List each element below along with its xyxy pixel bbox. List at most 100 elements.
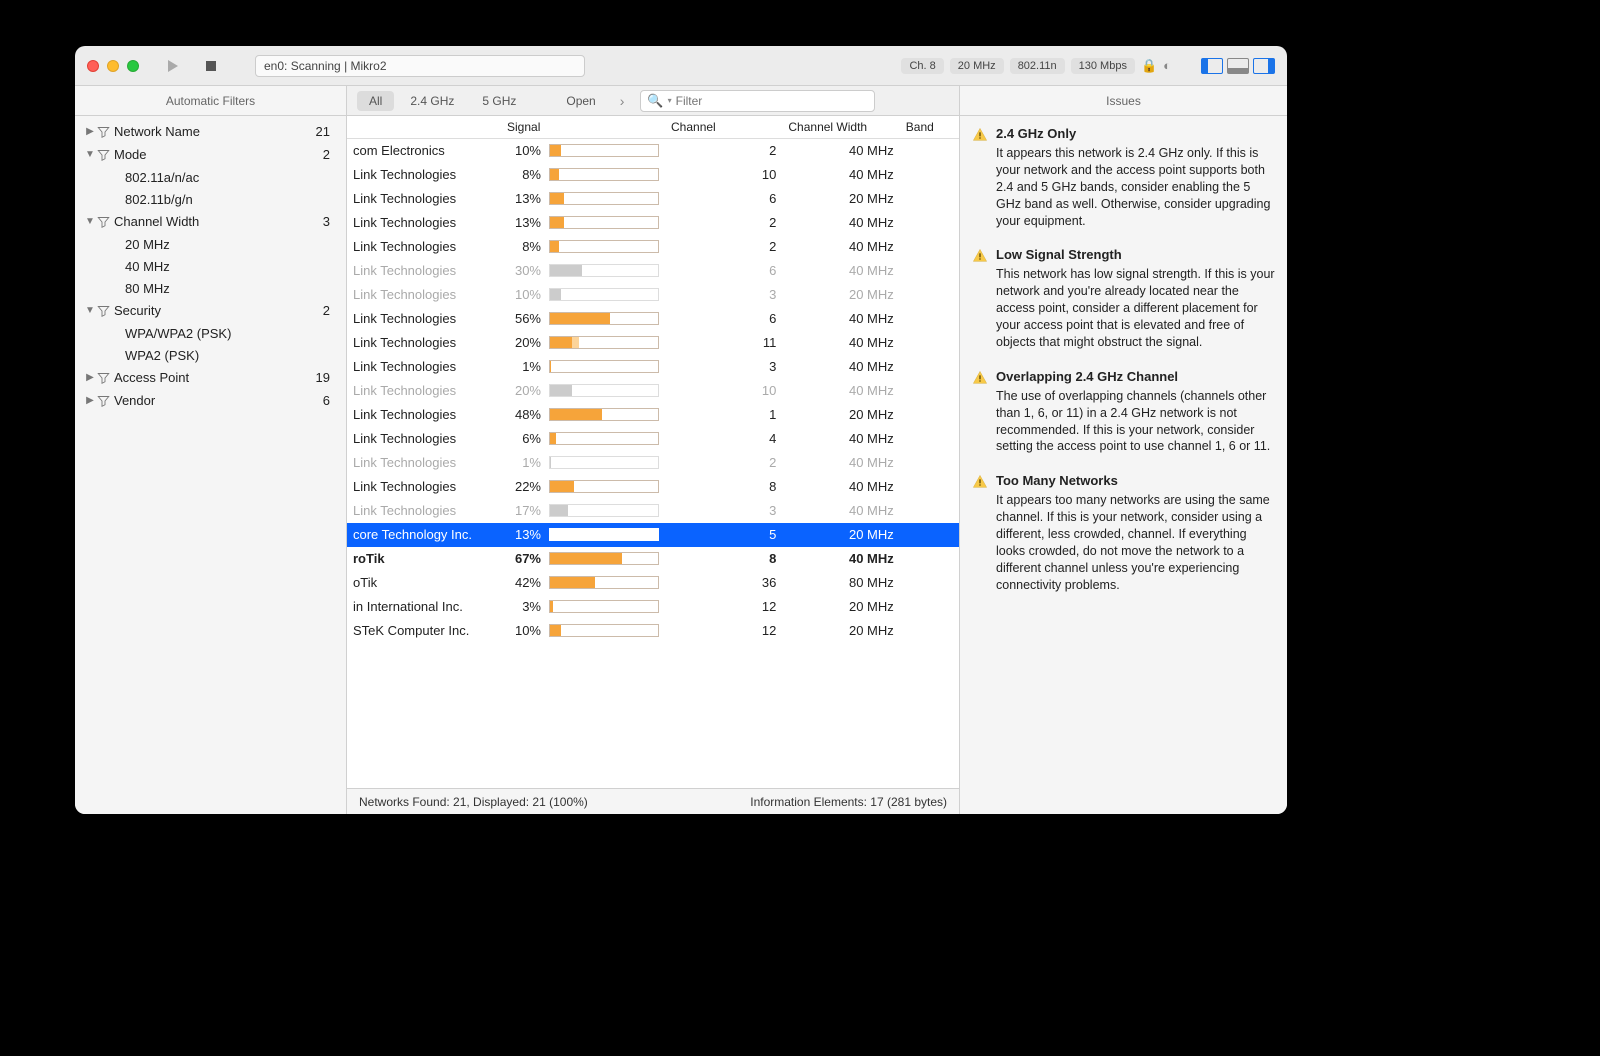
table-row[interactable]: Link Technologies8%1040 MHz	[347, 163, 959, 187]
table-row[interactable]: core Technology Inc.13%520 MHz	[347, 523, 959, 547]
col-band[interactable]: Band	[900, 116, 959, 139]
sidebar-child-item[interactable]: 802.11a/n/ac	[81, 166, 340, 188]
traffic-lights	[87, 60, 139, 72]
cell-band	[900, 211, 959, 235]
issue-item[interactable]: Low Signal StrengthThis network has low …	[972, 247, 1275, 350]
cell-channel: 2	[665, 139, 782, 163]
table-row[interactable]: Link Technologies30%640 MHz	[347, 259, 959, 283]
sidebar-item[interactable]: ▶Access Point19	[81, 366, 340, 389]
issue-item[interactable]: Too Many NetworksIt appears too many net…	[972, 473, 1275, 593]
cell-signal: 13%	[501, 523, 665, 547]
maximize-button[interactable]	[127, 60, 139, 72]
status-right: Information Elements: 17 (281 bytes)	[750, 795, 947, 809]
stop-scan-button[interactable]	[197, 56, 225, 76]
table-row[interactable]: STeK Computer Inc.10%1220 MHz	[347, 619, 959, 643]
sidebar-child-item[interactable]: WPA2 (PSK)	[81, 344, 340, 366]
cell-channel: 12	[665, 619, 782, 643]
search-input[interactable]	[676, 94, 869, 108]
disclosure-icon[interactable]: ▼	[83, 149, 97, 160]
globe-icon: ◐	[1163, 58, 1171, 73]
cell-signal: 1%	[501, 355, 665, 379]
toggle-right-panel[interactable]	[1253, 58, 1275, 74]
table-row[interactable]: Link Technologies22%840 MHz	[347, 475, 959, 499]
col-channel-width[interactable]: Channel Width	[782, 116, 899, 139]
filter-24ghz[interactable]: 2.4 GHz	[398, 91, 466, 111]
table-row[interactable]: Link Technologies13%240 MHz	[347, 211, 959, 235]
filter-open[interactable]: Open	[554, 91, 607, 111]
close-button[interactable]	[87, 60, 99, 72]
cell-channel: 6	[665, 187, 782, 211]
filter-5ghz[interactable]: 5 GHz	[470, 91, 528, 111]
cell-band	[900, 595, 959, 619]
table-row[interactable]: oTik42%3680 MHz	[347, 571, 959, 595]
lock-icon: 🔒	[1141, 58, 1157, 74]
cell-channel-width: 20 MHz	[782, 619, 899, 643]
table-row[interactable]: Link Technologies8%240 MHz	[347, 235, 959, 259]
cell-band	[900, 283, 959, 307]
cell-channel: 5	[665, 523, 782, 547]
col-vendor[interactable]	[347, 116, 501, 139]
sidebar-child-item[interactable]: 40 MHz	[81, 255, 340, 277]
table-row[interactable]: roTik67%840 MHz	[347, 547, 959, 571]
cell-vendor: Link Technologies	[347, 379, 501, 403]
table-row[interactable]: Link Technologies48%120 MHz	[347, 403, 959, 427]
warning-icon	[972, 474, 988, 490]
cell-band	[900, 139, 959, 163]
table-row[interactable]: Link Technologies1%240 MHz	[347, 451, 959, 475]
sidebar-child-item[interactable]: 80 MHz	[81, 277, 340, 299]
toggle-left-panel[interactable]	[1201, 58, 1223, 74]
disclosure-icon[interactable]: ▶	[83, 372, 97, 383]
sidebar-child-item[interactable]: 20 MHz	[81, 233, 340, 255]
cell-band	[900, 523, 959, 547]
chevron-right-icon[interactable]: ›	[614, 93, 631, 109]
cell-channel-width: 40 MHz	[782, 163, 899, 187]
start-scan-button[interactable]	[159, 56, 187, 76]
funnel-icon	[97, 395, 110, 407]
cell-channel: 10	[665, 163, 782, 187]
cell-band	[900, 619, 959, 643]
sidebar-item[interactable]: ▶Vendor6	[81, 389, 340, 412]
table-row[interactable]: Link Technologies13%620 MHz	[347, 187, 959, 211]
table-row[interactable]: Link Technologies10%320 MHz	[347, 283, 959, 307]
table-row[interactable]: Link Technologies20%1040 MHz	[347, 379, 959, 403]
sidebar-item[interactable]: ▶Network Name21	[81, 120, 340, 143]
search-field[interactable]: 🔍 ▾	[640, 90, 875, 112]
col-signal[interactable]: Signal	[501, 116, 665, 139]
table-row[interactable]: Link Technologies6%440 MHz	[347, 427, 959, 451]
toggle-bottom-panel[interactable]	[1227, 58, 1249, 74]
sidebar-item[interactable]: ▼Channel Width3	[81, 210, 340, 233]
table-row[interactable]: Link Technologies1%340 MHz	[347, 355, 959, 379]
table-row[interactable]: Link Technologies17%340 MHz	[347, 499, 959, 523]
disclosure-icon[interactable]: ▼	[83, 305, 97, 316]
table-row[interactable]: com Electronics10%240 MHz	[347, 139, 959, 163]
issue-item[interactable]: Overlapping 2.4 GHz ChannelThe use of ov…	[972, 369, 1275, 456]
search-menu-caret[interactable]: ▾	[668, 96, 672, 105]
table-row[interactable]: in International Inc.3%1220 MHz	[347, 595, 959, 619]
sidebar-item[interactable]: ▼Security2	[81, 299, 340, 322]
signal-bar	[549, 432, 659, 445]
cell-channel: 12	[665, 595, 782, 619]
minimize-button[interactable]	[107, 60, 119, 72]
chip-channel: Ch. 8	[901, 58, 943, 74]
disclosure-icon[interactable]: ▶	[83, 395, 97, 406]
issues-panel: Issues 2.4 GHz OnlyIt appears this netwo…	[959, 86, 1287, 814]
disclosure-icon[interactable]: ▼	[83, 216, 97, 227]
issue-item[interactable]: 2.4 GHz OnlyIt appears this network is 2…	[972, 126, 1275, 229]
col-channel[interactable]: Channel	[665, 116, 782, 139]
issue-title: Too Many Networks	[996, 473, 1275, 488]
cell-channel-width: 40 MHz	[782, 499, 899, 523]
warning-icon	[972, 370, 988, 386]
cell-signal: 20%	[501, 379, 665, 403]
table-row[interactable]: Link Technologies20%1140 MHz	[347, 331, 959, 355]
sidebar-item-count: 2	[323, 303, 330, 318]
sidebar-child-item[interactable]: WPA/WPA2 (PSK)	[81, 322, 340, 344]
disclosure-icon[interactable]: ▶	[83, 126, 97, 137]
cell-channel-width: 40 MHz	[782, 547, 899, 571]
issue-body: This network has low signal strength. If…	[996, 266, 1275, 350]
sidebar-child-item[interactable]: 802.11b/g/n	[81, 188, 340, 210]
sidebar-item[interactable]: ▼Mode2	[81, 143, 340, 166]
cell-band	[900, 403, 959, 427]
table-row[interactable]: Link Technologies56%640 MHz	[347, 307, 959, 331]
cell-vendor: Link Technologies	[347, 235, 501, 259]
filter-all[interactable]: All	[357, 91, 394, 111]
